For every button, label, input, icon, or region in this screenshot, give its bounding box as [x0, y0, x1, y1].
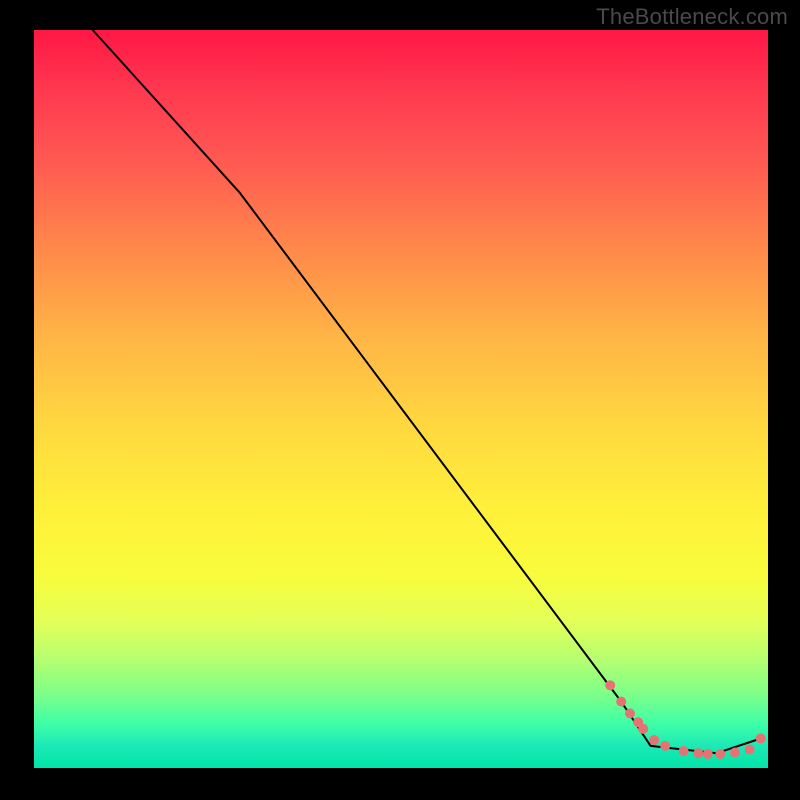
- chart-plot-area: [34, 30, 768, 768]
- watermark-text: TheBottleneck.com: [596, 4, 788, 30]
